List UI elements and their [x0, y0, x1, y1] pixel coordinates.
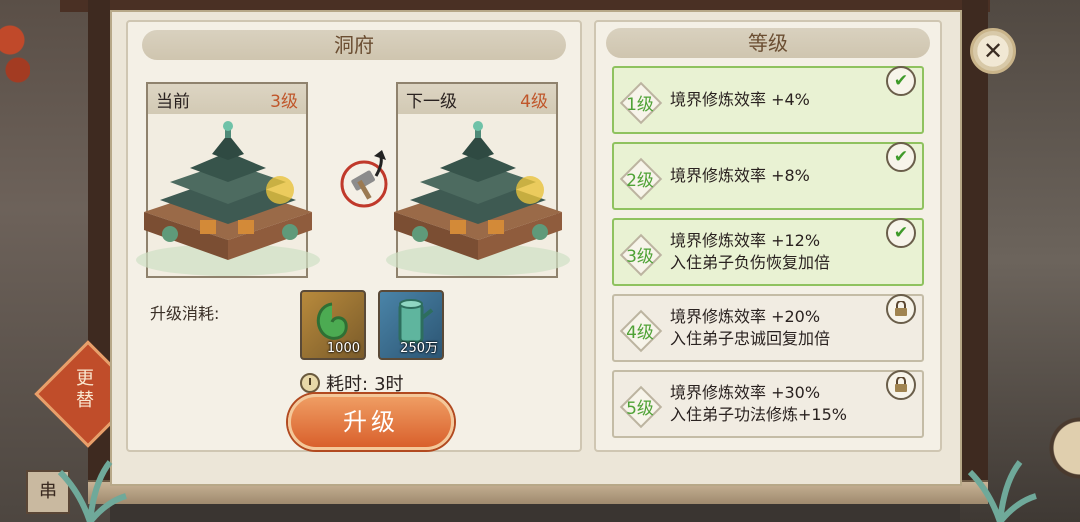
level-effect: 境界修炼效率 +30%: [670, 383, 821, 402]
level-badge: 5级: [620, 386, 660, 426]
level-badge: 2级: [620, 158, 660, 198]
lantern-decoration: [1044, 408, 1080, 488]
close-icon: ✕: [982, 37, 1004, 65]
level-title: 等级: [606, 28, 930, 58]
building-illustration-next: [386, 121, 570, 276]
clock-icon: [300, 373, 320, 393]
wood-count: 250万: [400, 341, 438, 356]
level-row-3: 3级 境界修炼效率 +12% 入住弟子负伤恢复加倍 ✔: [612, 218, 924, 286]
fern-decoration: [57, 460, 127, 522]
level-effect: 境界修炼效率 +4%: [670, 90, 810, 109]
level-row-2: 2级 境界修炼效率 +8% ✔: [612, 142, 924, 210]
level-row-4: 4级 境界修炼效率 +20% 入住弟子忠诚回复加倍: [612, 294, 924, 362]
upgrade-time: 耗时: 3时: [300, 370, 404, 396]
current-level-card: 当前 3级: [136, 82, 320, 278]
current-label: 当前: [156, 91, 190, 112]
time-label: 耗时:: [326, 374, 369, 395]
upgrade-button[interactable]: 升级: [288, 394, 454, 450]
right-pillar: [962, 0, 988, 500]
replace-button-label: 更替: [76, 368, 94, 411]
level-badge: 3级: [620, 234, 660, 274]
level-effect: 境界修炼效率 +12%: [670, 231, 821, 250]
level-effect: 入住弟子功法修炼+15%: [670, 405, 847, 424]
level-effect: 入住弟子忠诚回复加倍: [670, 329, 831, 348]
jade-count: 1000: [326, 341, 360, 356]
level-effect: 入住弟子负伤恢复加倍: [670, 253, 831, 272]
building-illustration: [136, 121, 320, 276]
cost-item-jade[interactable]: 1000: [300, 290, 366, 360]
check-icon: ✔: [886, 218, 916, 248]
close-button[interactable]: ✕: [970, 28, 1016, 74]
check-icon: ✔: [886, 142, 916, 172]
section-title: 洞府: [142, 30, 566, 60]
cave-dwelling-panel: 洞府 当前 3级 下一级 4级 升级消耗: 1000 250万 耗时: 3时 升…: [110, 10, 962, 486]
level-effect: 境界修炼效率 +20%: [670, 307, 821, 326]
level-list-section: 等级 1级 境界修炼效率 +4% ✔ 2级 境界修炼效率 +8% ✔ 3级 境界…: [594, 20, 942, 452]
next-level-card: 下一级 4级: [386, 82, 570, 278]
level-effect: 境界修炼效率 +8%: [670, 166, 810, 185]
lock-icon: [886, 370, 916, 400]
current-level: 3级: [270, 91, 298, 112]
fern-decoration: [967, 460, 1037, 522]
time-value: 3时: [374, 374, 404, 395]
level-row-5: 5级 境界修炼效率 +30% 入住弟子功法修炼+15%: [612, 370, 924, 438]
next-label: 下一级: [406, 91, 457, 112]
level-row-1: 1级 境界修炼效率 +4% ✔: [612, 66, 924, 134]
upgrade-cost-label: 升级消耗:: [150, 304, 220, 323]
upgrade-section: 洞府 当前 3级 下一级 4级 升级消耗: 1000 250万 耗时: 3时 升…: [126, 20, 582, 452]
lock-icon: [886, 294, 916, 324]
check-icon: ✔: [886, 66, 916, 96]
level-badge: 1级: [620, 82, 660, 122]
cost-item-wood[interactable]: 250万: [378, 290, 444, 360]
level-badge: 4级: [620, 310, 660, 350]
next-level: 4级: [520, 91, 548, 112]
tree-decoration: [0, 20, 30, 140]
